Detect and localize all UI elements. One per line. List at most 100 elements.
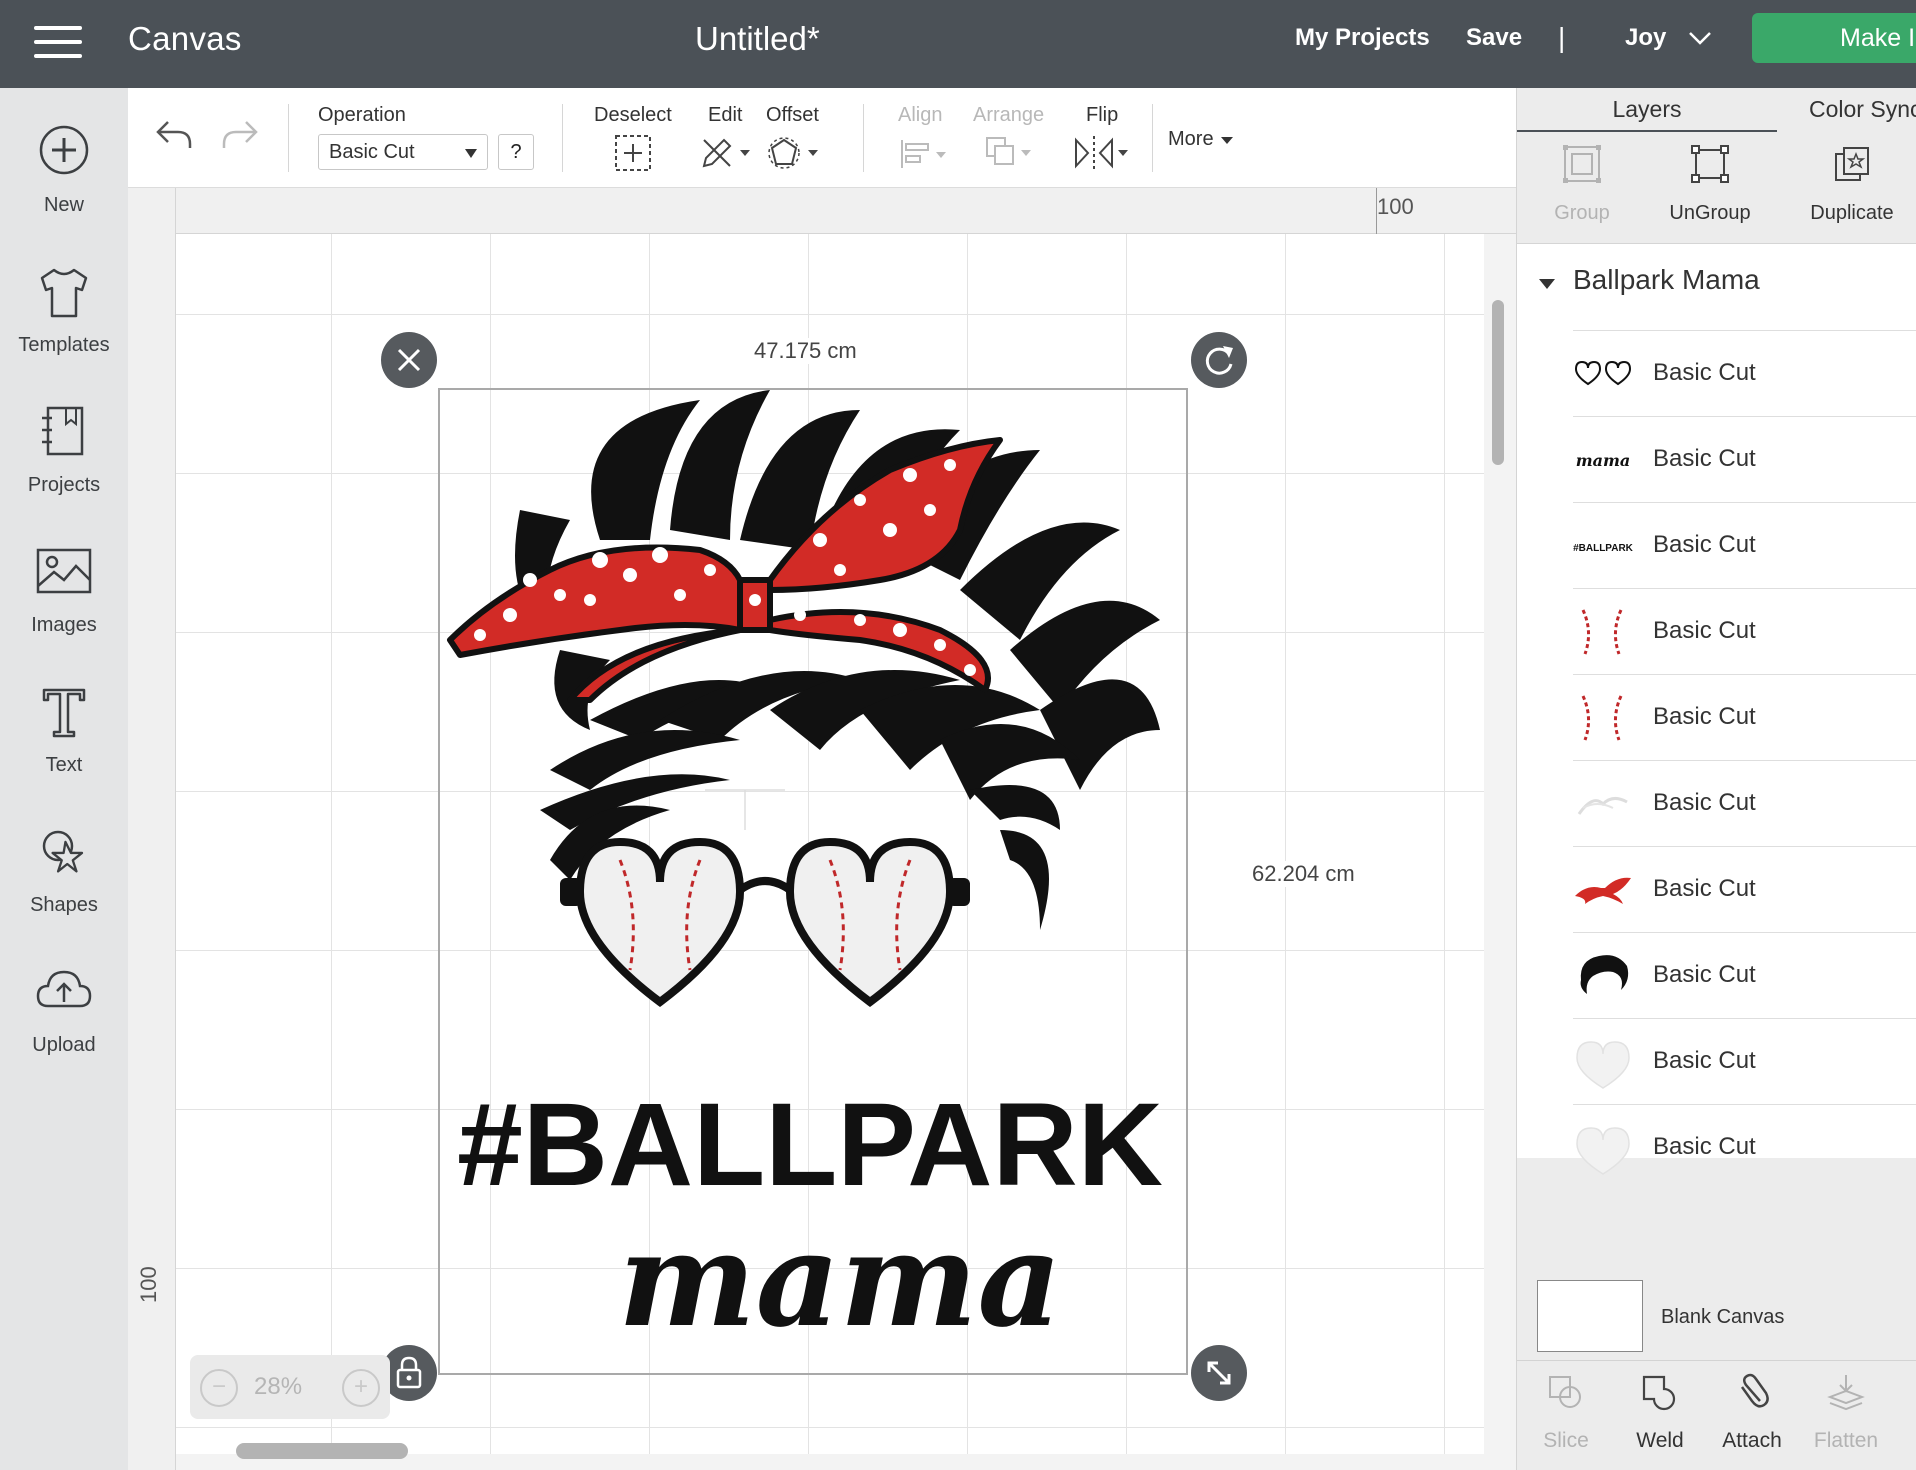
layer-row[interactable]: Basic Cut: [1573, 330, 1916, 416]
weld-icon: [1642, 1375, 1676, 1411]
nav-label: Upload: [32, 1034, 96, 1056]
machine-selector[interactable]: Joy: [1625, 24, 1666, 52]
document-title[interactable]: Untitled*: [695, 20, 820, 58]
attach-button[interactable]: Attach: [1705, 1361, 1799, 1470]
flatten-icon: [1827, 1375, 1865, 1411]
save-button[interactable]: Save: [1466, 24, 1522, 52]
horizontal-scrollbar[interactable]: [236, 1443, 408, 1459]
ruler-top-number: 100: [1377, 194, 1414, 219]
vertical-scrollbar[interactable]: [1492, 300, 1504, 465]
layer-name: Basic Cut: [1653, 875, 1756, 902]
layer-row[interactable]: Basic Cut: [1573, 846, 1916, 932]
deselect-icon[interactable]: [614, 134, 652, 172]
flatten-label: Flatten: [1813, 1429, 1879, 1452]
edit-label: Edit: [708, 104, 743, 126]
duplicate-button[interactable]: Duplicate: [1787, 138, 1916, 238]
layer-row[interactable]: Basic Cut: [1573, 674, 1916, 760]
ungroup-button[interactable]: UnGroup: [1645, 138, 1775, 238]
chevron-down-icon[interactable]: [1688, 30, 1712, 46]
red-bandana-thumb: [1575, 877, 1631, 904]
layer-row[interactable]: Basic Cut: [1573, 1104, 1916, 1190]
make-button[interactable]: Make I: [1752, 13, 1916, 63]
edit-pencil-icon[interactable]: [700, 134, 756, 172]
operation-help-button[interactable]: ?: [498, 134, 534, 170]
slice-label: Slice: [1543, 1429, 1589, 1452]
layer-row[interactable]: Basic Cut: [1573, 1018, 1916, 1104]
group-button[interactable]: Group: [1517, 138, 1647, 238]
more-button[interactable]: More: [1168, 128, 1235, 151]
thumb-ballpark-text: #BALLPARK: [1573, 543, 1633, 554]
minus-icon: −: [211, 1373, 226, 1400]
zoom-in-button[interactable]: +: [342, 1369, 380, 1407]
shapes-icon: [42, 830, 84, 873]
nav-templates[interactable]: Templates: [0, 264, 128, 394]
layer-group-header[interactable]: Ballpark Mama: [1517, 244, 1916, 330]
attach-label: Attach: [1722, 1429, 1782, 1452]
tab-color-sync[interactable]: Color Sync: [1777, 88, 1916, 132]
offset-icon[interactable]: [768, 134, 828, 172]
stitches-thumb: [1581, 695, 1623, 741]
operation-value: Basic Cut: [329, 141, 415, 163]
weld-label: Weld: [1636, 1429, 1684, 1452]
layer-row[interactable]: Basic Cut: [1573, 588, 1916, 674]
caret-down-icon[interactable]: [1539, 279, 1555, 289]
weld-button[interactable]: Weld: [1613, 1361, 1707, 1470]
ruler-top: 100: [176, 188, 1516, 234]
zoom-out-button[interactable]: −: [200, 1369, 238, 1407]
resize-handle[interactable]: [1191, 1345, 1247, 1401]
rotate-icon: [1205, 346, 1233, 375]
layer-name: Basic Cut: [1653, 703, 1756, 730]
header-divider: |: [1558, 22, 1566, 53]
blank-canvas-swatch[interactable]: [1537, 1280, 1643, 1352]
layer-name: Basic Cut: [1653, 961, 1756, 988]
design-canvas[interactable]: 100 100 #BALLPARK mama 47.175 cm 62.204 …: [128, 188, 1516, 1470]
layer-row[interactable]: Basic Cut: [1573, 932, 1916, 1018]
rotate-handle[interactable]: [1191, 332, 1247, 388]
offset-label: Offset: [766, 104, 819, 126]
layer-row[interactable]: #BALLPARK Basic Cut: [1573, 502, 1916, 588]
plus-icon: +: [353, 1373, 368, 1400]
blank-canvas-row[interactable]: Blank Canvas: [1517, 1268, 1916, 1358]
flip-label: Flip: [1086, 104, 1119, 126]
layers-panel: Layers Color Sync Group UnGroup Duplicat…: [1516, 88, 1916, 1470]
toolbar-separator: [288, 104, 289, 172]
my-projects-link[interactable]: My Projects: [1295, 24, 1430, 52]
flatten-button[interactable]: Flatten: [1799, 1361, 1893, 1470]
zoom-control: − 28% +: [190, 1355, 390, 1419]
more-label: More: [1168, 128, 1214, 150]
notebook-icon: [42, 406, 84, 456]
nav-shapes[interactable]: Shapes: [0, 824, 128, 954]
selection-height-label: 62.204 cm: [1246, 861, 1361, 887]
align-icon[interactable]: [898, 136, 954, 172]
duplicate-icon: [1835, 147, 1869, 181]
layer-name: Basic Cut: [1653, 531, 1756, 558]
hamburger-menu-icon[interactable]: [34, 24, 82, 60]
stitches-thumb: [1581, 609, 1623, 655]
ungroup-label: UnGroup: [1669, 202, 1751, 224]
redo-icon[interactable]: [220, 118, 260, 152]
nav-label: Projects: [27, 474, 101, 496]
nav-upload[interactable]: Upload: [0, 964, 128, 1094]
mama-text-thumb: mama: [1576, 451, 1631, 470]
tshirt-icon: [40, 268, 88, 318]
layers-list: Ballpark Mama Basic Cut mama Basic Cut #…: [1517, 243, 1916, 1175]
operation-select[interactable]: Basic Cut: [318, 134, 488, 170]
tab-layers[interactable]: Layers: [1517, 88, 1777, 132]
layer-row[interactable]: mama Basic Cut: [1573, 416, 1916, 502]
arrange-icon[interactable]: [983, 134, 1039, 172]
operation-label: Operation: [318, 104, 406, 126]
slice-button[interactable]: Slice: [1519, 1361, 1613, 1470]
layer-group-name: Ballpark Mama: [1573, 264, 1760, 295]
delete-handle[interactable]: [381, 332, 437, 388]
nav-new[interactable]: New: [0, 124, 128, 254]
flip-icon[interactable]: [1072, 134, 1134, 172]
ruler-left: 100: [128, 188, 176, 1470]
nav-images[interactable]: Images: [0, 544, 128, 674]
layer-row[interactable]: Basic Cut: [1573, 760, 1916, 846]
nav-projects[interactable]: Projects: [0, 404, 128, 534]
zoom-level: 28%: [254, 1373, 303, 1400]
undo-icon[interactable]: [154, 118, 194, 152]
app-window: Canvas Untitled* My Projects Save | Joy …: [0, 0, 1916, 1470]
nav-text[interactable]: Text: [0, 684, 128, 814]
selection-bounding-box[interactable]: [438, 388, 1188, 1375]
